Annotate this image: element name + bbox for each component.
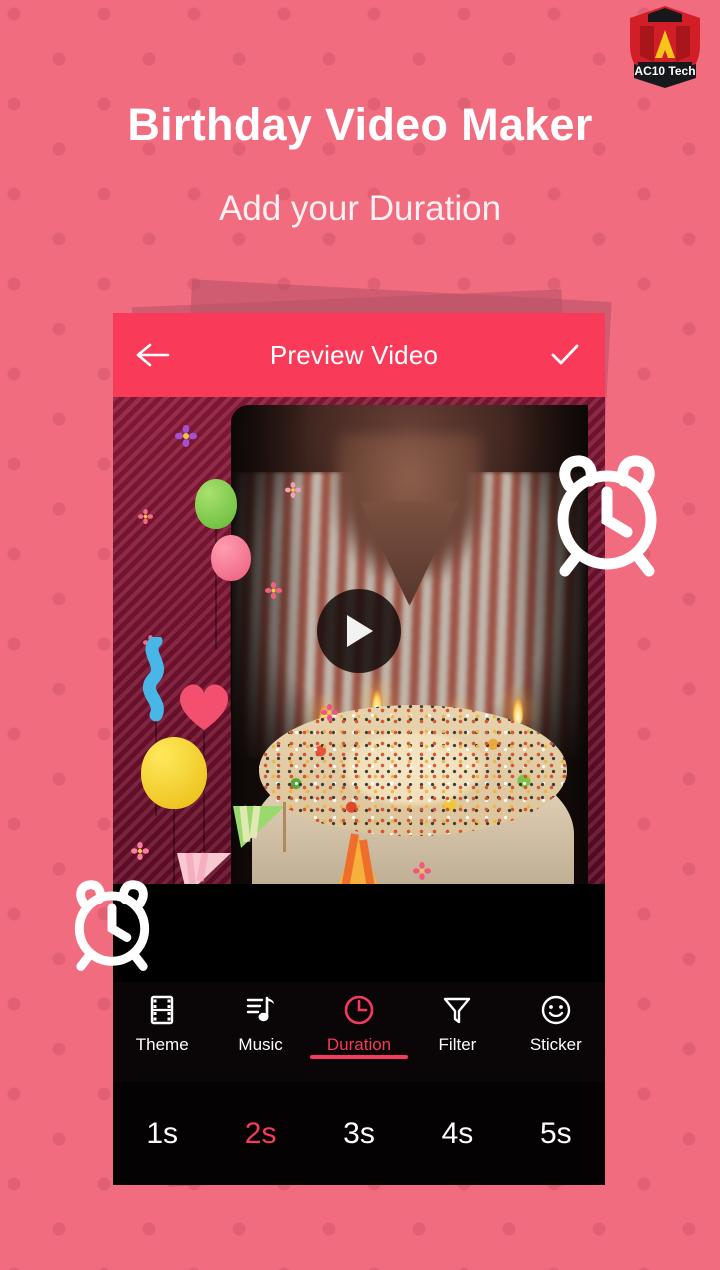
tab-label: Sticker [529,1035,582,1054]
sticker-flower-pink-4 [321,704,338,726]
tab-label: Music [238,1035,283,1054]
tab-label: Theme [135,1035,189,1054]
editor-tab-bar: Theme Music Duration Filter Sticker [113,982,605,1082]
sticker-flower-pink-3 [265,582,282,604]
duration-options: 1s 2s 3s 4s 5s [113,1082,605,1185]
phone-frame: Preview Video Theme Music Duration Filte… [113,313,605,1185]
page-subtitle: Add your Duration [218,189,502,228]
sticker-balloon-pink [211,535,251,711]
done-button[interactable] [525,313,605,397]
film-strip-icon [148,990,176,1030]
alarm-clock-small [63,878,161,976]
sticker-flower-pink-7 [413,862,431,884]
app-bar: Preview Video [113,313,605,397]
screen-root: AC10 Tech Birthday Video Maker Add your … [0,0,720,1270]
tab-label: Filter [438,1035,477,1054]
sticker-flower-pink-1 [285,482,301,503]
arrow-left-icon [136,343,170,367]
tab-label: Duration [326,1035,392,1054]
tab-theme[interactable]: Theme [113,990,211,1055]
sticker-party-hat-orange [335,832,381,884]
sticker-balloon-yellow [141,737,207,884]
page-title: Birthday Video Maker [127,99,593,150]
birthday-cake [245,689,581,884]
tab-sticker[interactable]: Sticker [507,990,605,1055]
alarm-clock-large [541,452,673,582]
brand-badge-text: AC10 Tech [634,64,695,78]
app-bar-title: Preview Video [269,339,439,370]
duration-option-5s[interactable]: 5s [507,1117,605,1151]
clock-icon [343,990,375,1030]
tab-filter[interactable]: Filter [408,990,506,1055]
funnel-icon [442,990,472,1030]
sticker-gift-yellow [252,882,312,884]
tab-duration[interactable]: Duration [310,990,409,1059]
alarm-clock-icon [74,880,150,971]
sticker-balloon-blue-squiggle [139,634,173,816]
alarm-clock-icon [557,455,657,577]
duration-option-3s[interactable]: 3s [310,1117,408,1151]
sticker-flower-purple [175,425,197,452]
tab-music[interactable]: Music [211,990,309,1055]
video-preview[interactable] [113,397,605,884]
duration-option-4s[interactable]: 4s [408,1117,506,1151]
duration-option-1s[interactable]: 1s [113,1117,211,1151]
sticker-party-flag-pink [175,849,235,884]
duration-option-2s[interactable]: 2s [211,1117,309,1151]
music-note-icon [245,990,277,1030]
smiley-icon [540,990,572,1030]
sticker-balloon-green [195,479,237,649]
play-button[interactable] [317,588,401,673]
sticker-flower-pink-6 [131,842,149,865]
tab-underline [310,1055,409,1059]
brand-logo: AC10 Tech [610,0,720,92]
sticker-flower-pink-2 [138,509,153,529]
play-icon [347,614,373,647]
back-button[interactable] [113,313,193,397]
sticker-party-flag-green [231,802,289,859]
sticker-balloon-heart [173,675,235,851]
preview-filler [113,884,605,982]
check-icon [551,344,579,365]
